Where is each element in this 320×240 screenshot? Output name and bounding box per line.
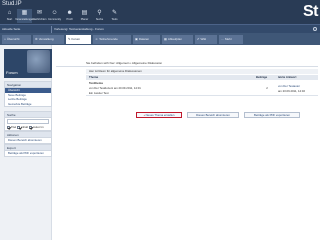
nav-messages[interactable]: ✉ Nachrichten: [32, 9, 47, 23]
nav-profile[interactable]: ☻ Profil: [62, 9, 77, 23]
overview-icon: ⌂: [4, 37, 6, 41]
area-description: Hier ist Raum für allgemeine Diskussione…: [86, 69, 318, 74]
search-options: Titel Inhalt Autor/-in: [5, 125, 51, 130]
topic-excerpt: Ein zweiter Test: [89, 91, 109, 95]
last-reply-author[interactable]: von Der Testautor: [278, 84, 318, 88]
new-topic-button[interactable]: +Neues Thema erstellen: [136, 112, 182, 118]
banner-image: [27, 50, 50, 73]
profile-icon: ☻: [66, 10, 73, 16]
community-icon: ☺: [51, 10, 58, 16]
export-pdf-button[interactable]: Beiträge als PDF exportieren: [244, 112, 300, 118]
tab-admin[interactable]: ⚙Verwaltung: [33, 35, 64, 44]
home-icon: ⌂: [7, 10, 12, 16]
topic-author: von Der Testdozent am 20.09.2011, 14:01: [89, 86, 141, 90]
search-input[interactable]: [7, 119, 49, 124]
avatar[interactable]: [313, 27, 317, 31]
app-brand: Stud.IP: [2, 1, 22, 7]
sidebar-banner: Forum: [4, 49, 52, 78]
subscribe-area-button[interactable]: Diesen Bereich abonnieren: [187, 112, 239, 118]
sidebar-navigation: Navigation Übersicht Neue Beiträge Letzt…: [4, 81, 52, 107]
last-reply-date: am 20.09.2011, 14:40: [278, 89, 306, 93]
nav-community[interactable]: ☺ Community: [47, 9, 62, 23]
context-label: Aktuelle Seite: [2, 27, 21, 31]
tools-icon: ✎: [111, 10, 118, 16]
sidebar-export-pdf[interactable]: Beiträge als PDF exportieren: [5, 151, 51, 156]
admin-icon: ⚙: [35, 37, 38, 41]
more-icon: …: [221, 37, 224, 41]
sidebar-action-subscribe[interactable]: Diesen Bereich abonnieren: [5, 138, 51, 143]
planner-icon: ▤: [81, 10, 88, 16]
topic-table: Thema Beiträge letzte Antwort Testthema …: [86, 75, 318, 96]
breadcrumb: Vorlesung: Testveranstaltung - Forum: [54, 27, 104, 31]
search-icon: ⚲: [97, 10, 102, 16]
sidebar-export: Export Beiträge als PDF exportieren: [4, 144, 52, 157]
wiki-icon: ✐: [197, 37, 200, 41]
tab-overview[interactable]: ⌂Übersicht: [2, 35, 31, 44]
nav-tools[interactable]: ✎ Tools: [107, 9, 122, 23]
sidebar: Forum Navigation Übersicht Neue Beiträge…: [0, 45, 52, 240]
nav-search[interactable]: ⚲ Suche: [92, 9, 107, 23]
banner-title: Forum: [6, 70, 18, 75]
schedule-icon: ▦: [164, 37, 167, 41]
sidebar-search: Suche Titel Inhalt Autor/-in: [4, 111, 52, 131]
sidebar-search-heading: Suche: [5, 112, 51, 118]
topic-title[interactable]: Testthema: [89, 81, 256, 85]
participants-icon: ☺: [95, 37, 99, 41]
context-bar: Aktuelle Seite Vorlesung: Testveranstalt…: [0, 24, 320, 33]
top-bar: Stud.IP ⌂ Start ▦ Veranstaltungen ✉ Nach…: [0, 0, 320, 24]
tab-wiki[interactable]: ✐Wiki: [195, 35, 217, 44]
sidebar-actions: Aktionen Diesen Bereich abonnieren: [4, 131, 52, 144]
tab-forum[interactable]: ✎Forum: [66, 35, 91, 44]
checkbox-content[interactable]: [17, 125, 21, 129]
tab-more[interactable]: …Mehr: [219, 35, 243, 44]
table-row[interactable]: Testthema von Der Testdozent am 20.09.20…: [86, 80, 318, 96]
sidebar-item-marked-posts[interactable]: Gemerkte Beiträge: [5, 102, 51, 107]
checkbox-title[interactable]: [7, 125, 10, 129]
topic-last-reply: von Der Testautor am 20.09.2011, 14:40: [278, 80, 318, 95]
tab-schedule[interactable]: ▦Ablaufplan: [162, 35, 193, 44]
course-tabs: ⌂Übersicht ⚙Verwaltung ✎Forum ☺Teilnehme…: [0, 33, 320, 45]
location-breadcrumb: Sie befinden sich hier: Allgemein • Allg…: [56, 60, 318, 67]
topic-cell: Testthema von Der Testdozent am 20.09.20…: [86, 80, 256, 95]
studip-logo: St: [303, 3, 319, 20]
nav-planner[interactable]: ▤ Planer: [77, 9, 92, 23]
nav-courses[interactable]: ▦ Veranstaltungen: [15, 9, 34, 23]
context-separator: [51, 26, 52, 33]
tab-participants[interactable]: ☺Teilnehmende: [93, 35, 131, 44]
mail-icon: ✉: [36, 10, 43, 16]
main-navigation: ⌂ Start ▦ Veranstaltungen ✉ Nachrichten …: [2, 9, 122, 23]
topic-post-count: 2: [266, 86, 268, 90]
tab-files[interactable]: ▣Dateien: [133, 35, 160, 44]
courses-icon: ▦: [21, 10, 28, 16]
main-content: Sie befinden sich hier: Allgemein • Allg…: [56, 45, 320, 240]
checkbox-author[interactable]: [29, 125, 33, 129]
files-icon: ▣: [135, 37, 138, 41]
forum-icon: ✎: [68, 37, 71, 41]
